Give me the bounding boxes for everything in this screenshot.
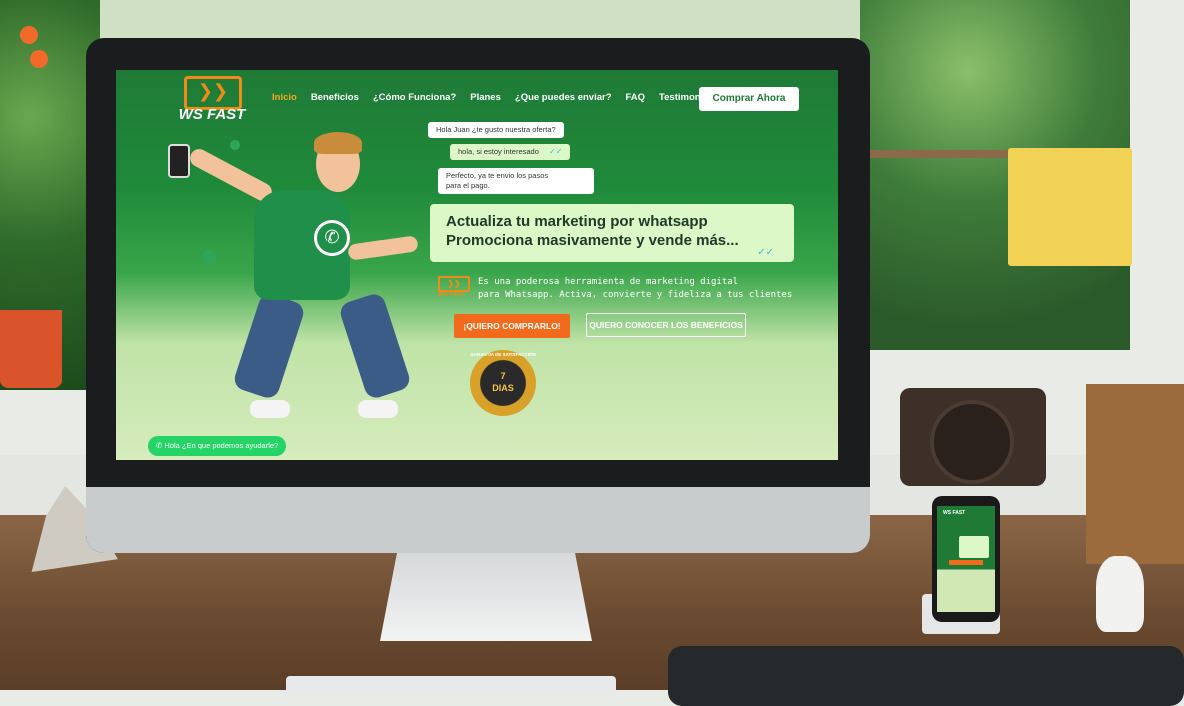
headline-line: Actualiza tu marketing por whatsapp bbox=[446, 213, 708, 230]
decor-dot bbox=[202, 250, 216, 264]
headline-line: Promociona masivamente y vende más... bbox=[446, 232, 739, 249]
logo-chevrons-icon: ❯❯ bbox=[438, 276, 470, 292]
chat-message: Perfecto, ya te envio los pasos bbox=[446, 171, 549, 180]
yellow-towel bbox=[1008, 148, 1132, 266]
hero-description: Es una poderosa herramienta de marketing… bbox=[478, 276, 798, 302]
whatsapp-widget-label: Hola ¿En que podemos ayudarle? bbox=[164, 441, 279, 450]
logo-text: WS FAST bbox=[178, 106, 246, 123]
flower bbox=[30, 50, 48, 68]
person-hair bbox=[314, 132, 362, 154]
nav-item-que-puedes-enviar[interactable]: ¿Que puedes enviar? bbox=[515, 92, 612, 103]
wood-block bbox=[1086, 384, 1184, 564]
mobile-screen: WS FAST bbox=[937, 506, 995, 612]
nav-item-beneficios[interactable]: Beneficios bbox=[311, 92, 359, 103]
chat-message: para el pago. bbox=[446, 181, 490, 190]
whatsapp-shirt-icon: ✆ bbox=[314, 220, 350, 256]
camera-lens bbox=[930, 400, 1014, 484]
decor-dot bbox=[230, 140, 240, 150]
chat-message: Hola Juan ¿te gusto nuestra oferta? bbox=[436, 125, 556, 134]
description-line: para Whatsapp. Activa, convierte y fidel… bbox=[478, 290, 793, 300]
buy-cta-button[interactable]: ¡QUIERO COMPRARLO! bbox=[454, 314, 570, 338]
mini-logo-text: WS FAST bbox=[438, 292, 465, 298]
polar-bear-figurine bbox=[1096, 556, 1144, 632]
keyboard bbox=[286, 676, 616, 696]
nav-item-inicio[interactable]: Inicio bbox=[272, 92, 297, 103]
person-leg bbox=[337, 291, 413, 401]
mobile-cta bbox=[949, 560, 983, 565]
chat-bubble-sent: hola, si estoy interesado ✓✓ bbox=[450, 144, 571, 160]
smartphone-icon bbox=[168, 144, 190, 178]
double-check-icon: ✓✓ bbox=[757, 247, 774, 258]
mobile-headline-box bbox=[959, 536, 989, 558]
chat-bubble-received: Perfecto, ya te envio los pasos para el … bbox=[438, 168, 594, 194]
whatsapp-icon: ✆ bbox=[156, 441, 163, 450]
chat-message: hola, si estoy interesado bbox=[458, 147, 539, 156]
badge-ring-text: GARANTÍA DE SATISFACCIÓN bbox=[470, 352, 536, 357]
logo-chevrons-icon: ❯❯ bbox=[184, 76, 242, 110]
site-logo[interactable]: ❯❯ WS FAST bbox=[170, 76, 250, 128]
badge-number: 7 bbox=[500, 371, 506, 381]
buy-now-button[interactable]: Comprar Ahora bbox=[699, 87, 799, 111]
monitor-stand bbox=[380, 553, 592, 641]
hero-headline: Actualiza tu marketing por whatsapp Prom… bbox=[430, 204, 794, 262]
badge-center: 7 DIAS bbox=[486, 366, 520, 400]
guarantee-badge: GARANTÍA DE SATISFACCIÓN 7 DIAS bbox=[470, 350, 536, 416]
chat-bubble-received: Hola Juan ¿te gusto nuestra oferta? bbox=[428, 122, 564, 138]
person-leg bbox=[231, 291, 307, 401]
benefits-cta-button[interactable]: QUIERO CONOCER LOS BENEFICIOS bbox=[586, 313, 746, 337]
person-shoe bbox=[250, 400, 290, 418]
double-check-icon: ✓✓ bbox=[548, 147, 563, 156]
mousepad bbox=[668, 646, 1184, 706]
mini-logo: ❯❯ WS FAST bbox=[438, 276, 474, 300]
whatsapp-chat-widget[interactable]: ✆ Hola ¿En que podemos ayudarle? bbox=[148, 436, 287, 456]
mobile-logo: WS FAST bbox=[943, 510, 966, 516]
person-arm-pointing bbox=[347, 235, 419, 261]
monitor-chin bbox=[86, 487, 870, 553]
flower bbox=[20, 26, 38, 44]
description-line: Es una poderosa herramienta de marketing… bbox=[478, 277, 739, 287]
badge-unit: DIAS bbox=[492, 383, 514, 393]
flower-pot bbox=[0, 310, 62, 388]
person-arm bbox=[187, 145, 275, 205]
nav-item-como-funciona[interactable]: ¿Cómo Funciona? bbox=[373, 92, 456, 103]
website-screen: ❯❯ WS FAST Inicio Beneficios ¿Cómo Funci… bbox=[116, 70, 838, 460]
nav-item-faq[interactable]: FAQ bbox=[626, 92, 646, 103]
main-nav: Inicio Beneficios ¿Cómo Funciona? Planes… bbox=[272, 92, 714, 103]
person-shoe bbox=[358, 400, 398, 418]
nav-item-planes[interactable]: Planes bbox=[470, 92, 501, 103]
background-foliage bbox=[100, 0, 860, 40]
